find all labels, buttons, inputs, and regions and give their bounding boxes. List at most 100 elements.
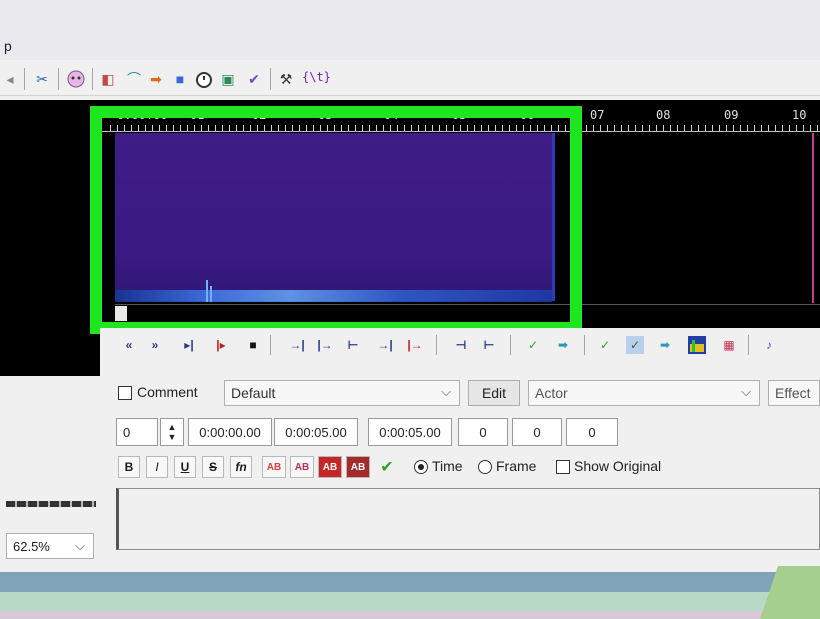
controls-separator	[510, 335, 511, 355]
layer-value: 0	[123, 424, 131, 440]
timer-icon[interactable]	[194, 69, 214, 89]
commit-check-icon[interactable]: ✔	[376, 456, 398, 478]
style-override-button[interactable]: {\t}	[302, 70, 331, 84]
auto-commit-icon[interactable]: ✓	[596, 336, 614, 354]
italic-button[interactable]: I	[146, 456, 168, 478]
import-icon[interactable]: ⌒	[124, 69, 144, 89]
auto-scroll-icon[interactable]: ✓	[626, 336, 644, 354]
subtitle-grid-row[interactable]	[0, 592, 820, 611]
controls-separator	[436, 335, 437, 355]
style-value: Default	[231, 385, 276, 401]
controls-separator	[748, 335, 749, 355]
rewind-icon[interactable]: «	[120, 336, 138, 354]
chevron-down-icon: ⌵	[75, 538, 85, 553]
time-radio[interactable]	[414, 460, 428, 474]
margin-left-field[interactable]: 0	[458, 418, 508, 446]
highlight-box	[90, 106, 582, 334]
controls-separator	[584, 335, 585, 355]
snap-start-icon[interactable]: →|	[288, 336, 306, 354]
spell-check-icon[interactable]: ✔	[244, 69, 264, 89]
save-icon[interactable]: ▣	[218, 69, 238, 89]
show-original-label: Show Original	[574, 458, 662, 474]
play-selection-icon[interactable]: ▸|	[180, 336, 198, 354]
video-seek-bar[interactable]	[6, 501, 96, 507]
tools-icon[interactable]: ⚒	[276, 69, 296, 89]
stop-icon[interactable]: ■	[244, 336, 262, 354]
ruler-label: 07	[590, 108, 605, 122]
margin-vertical-field[interactable]: 0	[566, 418, 618, 446]
window-title-fragment: p	[4, 38, 12, 54]
video-icon[interactable]: ▦	[720, 336, 738, 354]
secondary-color-button[interactable]: AB	[290, 456, 314, 478]
comment-checkbox[interactable]	[118, 386, 132, 400]
ruler-label: 10	[792, 108, 807, 122]
margin-vertical-value: 0	[588, 424, 596, 440]
play-after-icon[interactable]: →|	[376, 336, 394, 354]
zoom-value: 62.5%	[13, 539, 50, 554]
shift-right-icon[interactable]: ⊢	[480, 336, 498, 354]
spin-up-icon[interactable]: ▲	[168, 422, 177, 432]
video-display[interactable]	[0, 100, 100, 376]
snap-end-icon[interactable]: |→	[316, 336, 334, 354]
next-line-icon[interactable]: ➡	[554, 336, 572, 354]
margin-left-value: 0	[479, 424, 487, 440]
karaoke-icon[interactable]: ♪	[760, 336, 778, 354]
margin-right-field[interactable]: 0	[512, 418, 562, 446]
bold-button[interactable]: B	[118, 456, 140, 478]
time-label: Time	[432, 458, 463, 474]
shift-left-icon[interactable]: ⊣	[452, 336, 470, 354]
shadow-color-button[interactable]: AB	[346, 456, 370, 478]
primary-color-button[interactable]: AB	[262, 456, 286, 478]
keyframe-marker	[812, 133, 814, 303]
toolbar-separator	[92, 68, 93, 90]
chevron-down-icon: ⌵	[441, 384, 451, 399]
subtitle-grid-header[interactable]	[0, 572, 820, 592]
actor-select[interactable]: Actor ⌵	[528, 380, 760, 406]
margin-right-value: 0	[533, 424, 541, 440]
title-bar: p	[0, 0, 820, 60]
end-time-value: 0:00:05.00	[285, 424, 347, 440]
layer-field[interactable]: 0	[116, 418, 158, 446]
controls-separator	[270, 335, 271, 355]
show-original-checkbox[interactable]	[556, 460, 570, 474]
layer-spinner[interactable]: ▲ ▼	[160, 418, 184, 446]
strikeout-button[interactable]: S	[202, 456, 224, 478]
spectrum-icon[interactable]	[688, 336, 706, 354]
toolbar-separator	[270, 68, 271, 90]
ruler-label: 08	[656, 108, 671, 122]
underline-button[interactable]: U	[174, 456, 196, 478]
toolbar-separator	[58, 68, 59, 90]
comment-label: Comment	[137, 384, 198, 400]
main-toolbar: ◂ ✂ ◧ ⌒ ➡ ■ ▣ ✔ ⚒ {\t}	[0, 62, 820, 96]
play-before-icon[interactable]: ⊢	[344, 336, 362, 354]
chevron-down-icon: ⌵	[741, 384, 751, 399]
effect-select[interactable]: Effect	[768, 380, 820, 406]
spin-down-icon[interactable]: ▼	[168, 432, 177, 442]
zoom-select[interactable]: 62.5% ⌵	[6, 533, 94, 559]
scissors-icon[interactable]: ✂	[32, 69, 52, 89]
duration-field[interactable]: 0:00:05.00	[368, 418, 452, 446]
end-time-field[interactable]: 0:00:05.00	[274, 418, 358, 446]
subtitle-text-box[interactable]	[116, 488, 820, 550]
frame-label: Frame	[496, 458, 537, 474]
font-button[interactable]: fn	[230, 456, 252, 478]
face-icon[interactable]	[66, 69, 86, 89]
commit-icon[interactable]: ✓	[524, 336, 542, 354]
frame-radio[interactable]	[478, 460, 492, 474]
actor-placeholder: Actor	[535, 385, 568, 401]
play-to-end-icon[interactable]: |→	[406, 336, 424, 354]
audio-controls: « » ▸| |▸ ■ →| |→ ⊢ →| |→ ⊣ ⊢ ✓ ➡ ✓ ✓ ➡ …	[100, 328, 820, 362]
edit-style-button[interactable]: Edit	[468, 380, 520, 406]
start-time-field[interactable]: 0:00:00.00	[188, 418, 272, 446]
stop-icon[interactable]: ■	[170, 69, 190, 89]
toolbar-partial-icon[interactable]: ◂	[0, 69, 20, 89]
forward-icon[interactable]: »	[146, 336, 164, 354]
play-line-icon[interactable]: |▸	[212, 336, 230, 354]
arrow-icon[interactable]: ➡	[146, 69, 166, 89]
style-select[interactable]: Default ⌵	[224, 380, 460, 406]
subtitle-grid-row[interactable]	[0, 611, 820, 619]
auto-next-icon[interactable]: ➡	[656, 336, 674, 354]
subtitle-icon[interactable]: ◧	[98, 69, 118, 89]
outline-color-button[interactable]: AB	[318, 456, 342, 478]
start-time-value: 0:00:00.00	[199, 424, 261, 440]
